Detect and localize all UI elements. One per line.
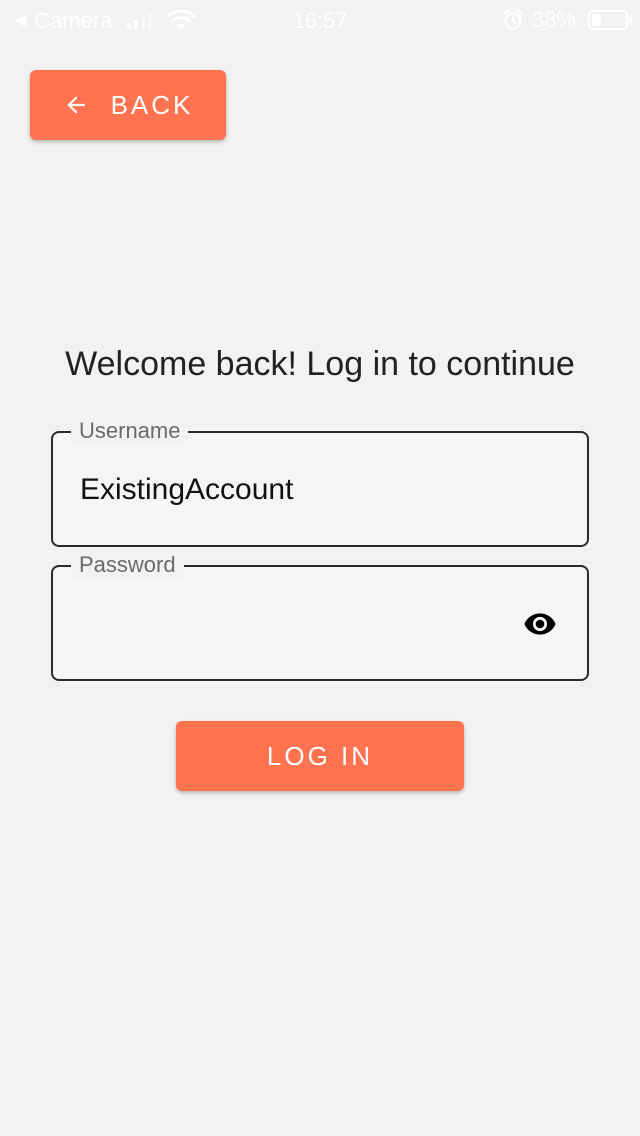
password-label: Password <box>71 552 184 578</box>
password-field[interactable]: Password <box>51 552 589 681</box>
status-bar: ◀ Camera 16:57 38% <box>0 0 640 40</box>
login-button[interactable]: LOG IN <box>176 721 464 791</box>
username-value[interactable]: ExistingAccount <box>80 473 293 507</box>
status-right: 38% <box>502 7 632 33</box>
username-field[interactable]: Username ExistingAccount <box>51 418 589 547</box>
battery-fill <box>592 14 601 26</box>
battery-icon <box>588 10 632 30</box>
alarm-icon <box>502 9 524 30</box>
battery-percent: 38% <box>531 7 576 32</box>
username-label: Username <box>71 418 189 444</box>
back-button[interactable]: BACK <box>30 70 226 140</box>
eye-icon[interactable] <box>517 607 563 641</box>
arrow-left-icon <box>66 96 85 114</box>
page-title: Welcome back! Log in to continue <box>65 345 575 383</box>
back-button-label: BACK <box>110 89 194 120</box>
